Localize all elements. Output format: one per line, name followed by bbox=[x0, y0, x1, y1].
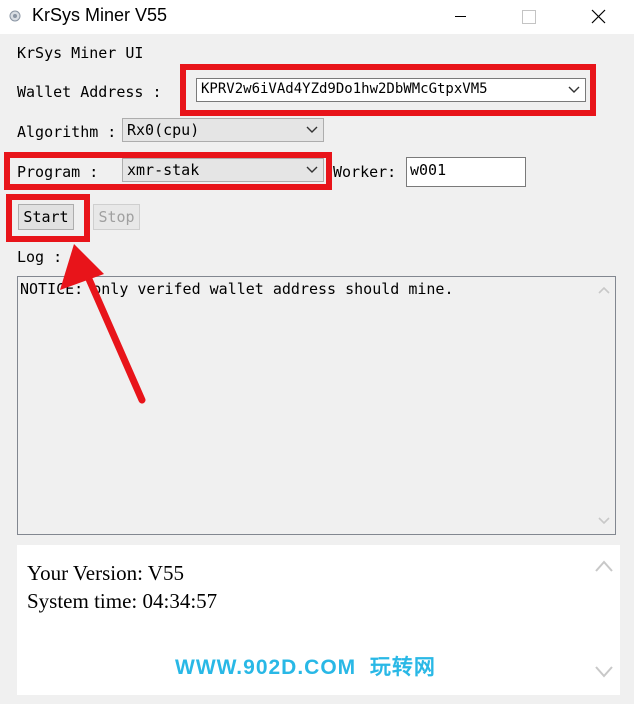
wallet-highlight-box bbox=[180, 64, 596, 116]
red-arrow-annotation bbox=[60, 244, 146, 404]
close-icon bbox=[591, 9, 606, 24]
program-highlight-box bbox=[4, 152, 332, 190]
form-heading: KrSys Miner UI bbox=[17, 44, 144, 62]
close-button[interactable] bbox=[575, 0, 621, 34]
start-highlight-box bbox=[6, 194, 90, 242]
worker-value: w001 bbox=[410, 161, 447, 179]
scroll-down-icon[interactable] bbox=[594, 665, 614, 679]
title-bar: KrSys Miner V55 bbox=[0, 0, 634, 34]
chevron-down-icon bbox=[306, 126, 318, 133]
minimize-button[interactable] bbox=[437, 0, 483, 34]
minimize-icon bbox=[455, 16, 466, 17]
system-time-text: System time: 04:34:57 bbox=[27, 589, 218, 613]
scroll-up-icon[interactable] bbox=[597, 285, 611, 295]
maximize-button[interactable] bbox=[506, 0, 552, 34]
worker-input[interactable]: w001 bbox=[406, 157, 526, 187]
wallet-label: Wallet Address : bbox=[17, 83, 162, 101]
stop-button[interactable]: Stop bbox=[93, 204, 140, 230]
log-scrollbar[interactable] bbox=[593, 277, 615, 534]
scroll-up-icon[interactable] bbox=[594, 559, 614, 573]
scroll-down-icon[interactable] bbox=[597, 516, 611, 526]
info-panel: Your Version: V55 System time: 04:34:57 … bbox=[17, 545, 620, 695]
maximize-icon bbox=[522, 10, 536, 24]
window-title: KrSys Miner V55 bbox=[32, 5, 168, 25]
worker-label: Worker: bbox=[333, 163, 397, 181]
algorithm-label: Algorithm : bbox=[17, 123, 117, 141]
version-text: Your Version: V55 bbox=[27, 561, 184, 585]
app-icon bbox=[9, 10, 21, 22]
algorithm-value: Rx0(cpu) bbox=[127, 121, 200, 139]
algorithm-select[interactable]: Rx0(cpu) bbox=[122, 118, 324, 142]
watermark-text: WWW.902D.COM 玩转网 bbox=[175, 656, 436, 679]
